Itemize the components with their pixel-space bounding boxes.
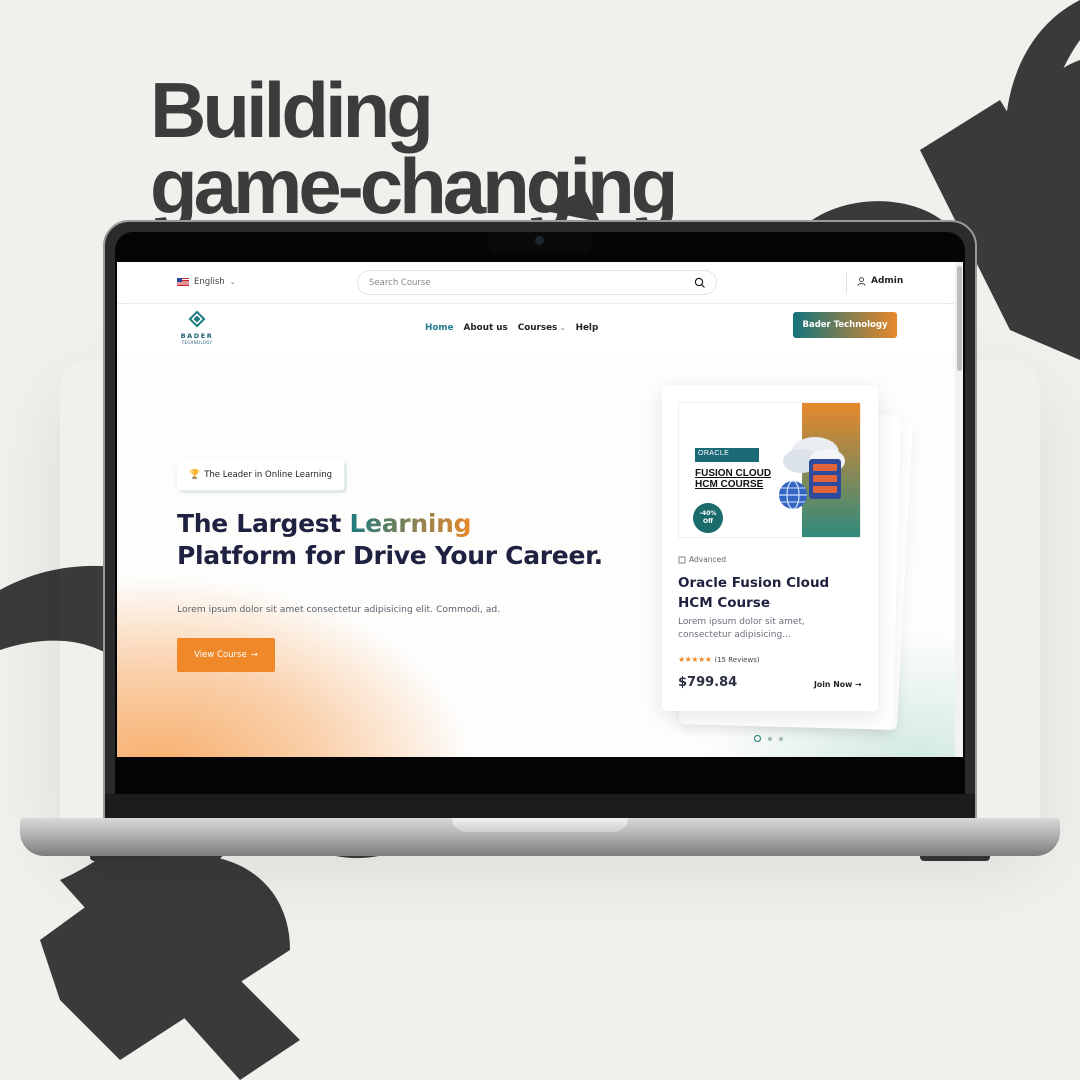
arrow-right-icon: → <box>250 650 258 660</box>
hero-section: 🏆 The Leader in Online Learning The Larg… <box>117 352 955 757</box>
discount-badge: -40% Off <box>693 503 723 533</box>
scrollbar[interactable] <box>955 262 963 757</box>
carousel-dot-3[interactable] <box>779 736 783 741</box>
logo-name: BADER <box>180 332 214 340</box>
nav-item-courses-label: Courses <box>517 323 558 333</box>
hero-badge-label: The Leader in Online Learning <box>204 470 333 480</box>
hero-title-part-1: The Largest <box>177 509 350 538</box>
search-icon[interactable] <box>694 277 706 289</box>
laptop-base-notch <box>452 818 628 832</box>
logo-mark-icon <box>188 310 206 328</box>
laptop-hinge <box>105 794 975 818</box>
user-menu[interactable]: Admin <box>857 276 903 286</box>
bader-technology-button[interactable]: Bader Technology <box>793 312 897 338</box>
hero-title-line-2: Platform for Drive Your Career. <box>177 541 603 570</box>
chevron-down-icon: ⌄ <box>557 324 566 332</box>
divider <box>846 273 847 293</box>
carousel-dots <box>754 735 783 742</box>
course-image-tag: ORACLE <box>695 448 759 462</box>
laptop-foot-left <box>90 856 160 861</box>
chevron-down-icon: ⌄ <box>229 278 236 286</box>
language-label: English <box>194 277 225 287</box>
hero-title: The Largest Learning Platform for Drive … <box>177 508 603 572</box>
discount-value: -40% <box>699 510 717 517</box>
camera-icon <box>535 236 544 245</box>
book-icon <box>678 556 686 563</box>
nav-item-about[interactable]: About us <box>464 323 508 333</box>
view-course-label: View Course <box>194 650 247 660</box>
main-nav: BADER TECHNOLOGY Home About us Courses ⌄… <box>117 304 955 352</box>
course-image: ORACLE FUSION CLOUD HCM COURSE -40% Off <box>678 402 861 538</box>
language-selector[interactable]: English ⌄ <box>177 277 236 287</box>
course-level: Advanced <box>678 555 726 564</box>
course-title[interactable]: Oracle Fusion Cloud HCM Course <box>678 573 868 613</box>
join-now-link[interactable]: Join Now → <box>814 680 862 689</box>
cloud-server-icon <box>779 437 845 510</box>
scrollbar-thumb[interactable] <box>957 266 962 371</box>
course-description: Lorem ipsum dolor sit amet, consectetur … <box>678 617 805 640</box>
headline: Building game-changing <box>150 66 678 230</box>
join-now-label: Join Now <box>814 680 853 689</box>
hero-title-highlight: Learning <box>349 509 472 538</box>
carousel-dot-1[interactable] <box>754 735 761 742</box>
user-icon <box>857 276 866 286</box>
course-image-title-line-1: FUSION CLOUD <box>695 468 772 479</box>
headline-line-2: game-changing <box>150 142 678 230</box>
nav-menu: Home About us Courses ⌄ Help <box>425 323 598 333</box>
trophy-icon: 🏆 <box>189 470 201 480</box>
laptop-foot-right <box>920 856 990 861</box>
review-count: (15 Reviews) <box>714 655 760 664</box>
course-rating: ★★★★★ (15 Reviews) <box>678 655 760 664</box>
carousel-dot-2[interactable] <box>768 736 772 741</box>
nav-item-home[interactable]: Home <box>425 323 454 333</box>
top-bar: English ⌄ Search Course Admin <box>117 262 955 304</box>
view-course-button[interactable]: View Course → <box>177 638 275 672</box>
course-price: $799.84 <box>678 675 738 690</box>
search-input[interactable]: Search Course <box>357 270 717 295</box>
star-rating-icon: ★★★★★ <box>678 655 712 664</box>
screen-bottom-bezel <box>117 757 963 794</box>
logo-subtitle: TECHNOLOGY <box>181 340 213 345</box>
nav-item-help[interactable]: Help <box>576 323 599 333</box>
hero-badge: 🏆 The Leader in Online Learning <box>177 460 345 490</box>
search-placeholder: Search Course <box>369 278 431 288</box>
hero-description: Lorem ipsum dolor sit amet consectetur a… <box>177 604 501 615</box>
browser-screen: English ⌄ Search Course Admin BADER TECH… <box>117 262 963 757</box>
course-image-title-line-2: HCM COURSE <box>695 479 764 490</box>
user-name: Admin <box>871 276 904 286</box>
discount-label: Off <box>703 518 713 525</box>
course-card[interactable]: ORACLE FUSION CLOUD HCM COURSE -40% Off <box>662 385 878 711</box>
nav-item-courses[interactable]: Courses ⌄ <box>518 323 566 333</box>
us-flag-icon <box>177 278 189 286</box>
course-level-label: Advanced <box>689 555 727 564</box>
headline-line-1: Building <box>150 66 434 154</box>
course-image-title: FUSION CLOUD HCM COURSE <box>695 468 771 490</box>
arrow-right-icon: → <box>855 680 862 689</box>
logo[interactable]: BADER TECHNOLOGY <box>175 310 219 345</box>
